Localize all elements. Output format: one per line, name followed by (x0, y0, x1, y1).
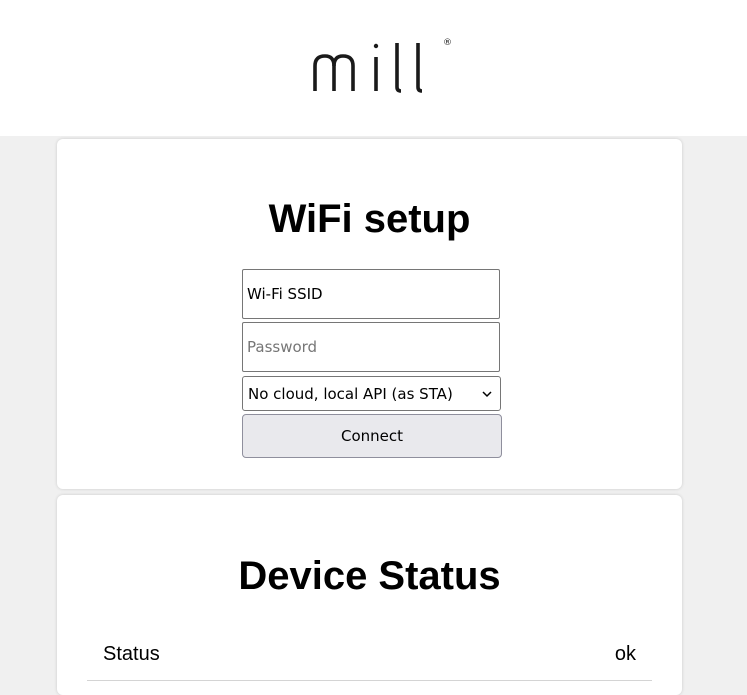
page: ® WiFi setup No cloud, local API (as STA… (0, 0, 747, 695)
connection-mode-select[interactable]: No cloud, local API (as STA) (242, 376, 501, 411)
device-status-title: Device Status (238, 554, 501, 598)
ssid-input[interactable] (242, 269, 500, 319)
status-label: Status (103, 643, 160, 665)
device-status-card: Device Status Status ok (57, 495, 682, 695)
chevron-down-icon (482, 391, 492, 398)
wifi-setup-card: WiFi setup No cloud, local API (as STA) … (57, 139, 682, 489)
connection-mode-value: No cloud, local API (as STA) (248, 385, 453, 403)
status-row: Status ok (87, 633, 652, 681)
status-value: ok (614, 643, 636, 665)
mill-logo: ® (313, 38, 452, 93)
password-input[interactable] (242, 322, 500, 372)
registered-mark: ® (443, 38, 452, 48)
header: ® (0, 0, 747, 136)
connect-button[interactable]: Connect (242, 414, 502, 458)
wifi-setup-title: WiFi setup (268, 197, 471, 241)
